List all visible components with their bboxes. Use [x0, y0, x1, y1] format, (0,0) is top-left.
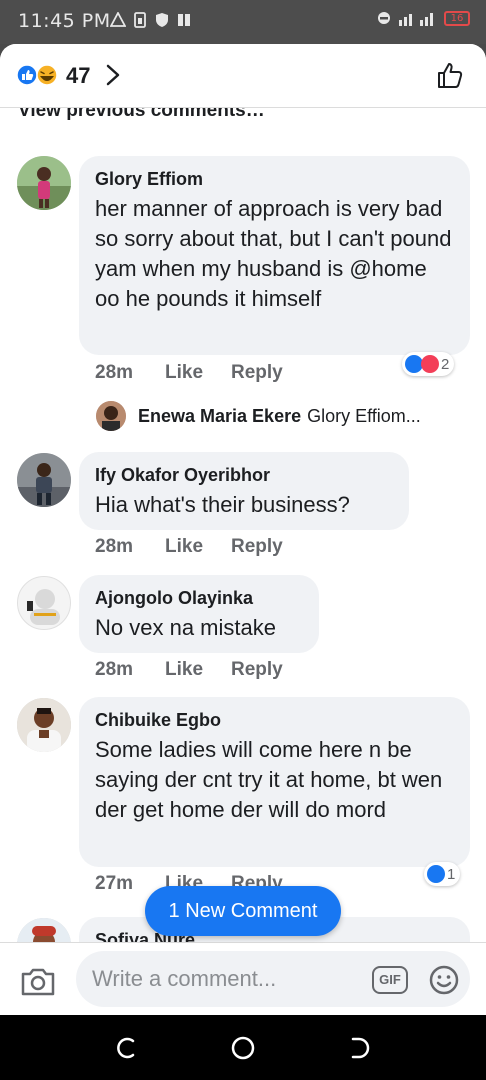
comment-time: 28m [95, 659, 134, 680]
gif-button[interactable]: GIF [372, 966, 408, 994]
recents-icon[interactable] [113, 1035, 139, 1061]
avatar-image [17, 453, 71, 507]
comment-actions: 28m Like Reply [95, 536, 283, 558]
alarm-icon [378, 12, 390, 24]
view-previous-comments[interactable]: View previous comments… [18, 108, 265, 122]
comment-author[interactable]: Ajongolo Olayinka [95, 587, 303, 609]
comment-composer: Write a comment... GIF [0, 942, 486, 1015]
camera-icon[interactable] [20, 965, 56, 997]
reply-button[interactable]: Reply [231, 659, 283, 681]
avatar[interactable] [17, 453, 71, 507]
comment-text: Some ladies will come here n be saying d… [95, 737, 443, 822]
reactions-header[interactable]: 47 [0, 44, 486, 108]
comment-bubble[interactable]: Ajongolo Olayinka No vex na mistake [79, 575, 319, 653]
signal-icon [399, 13, 433, 26]
system-nav-bar [0, 1015, 486, 1080]
reply-avatar-image [96, 401, 126, 431]
comment-text: Hia what's their business? [95, 492, 350, 517]
comment-input-placeholder: Write a comment... [92, 966, 277, 991]
like-reaction-icon [427, 865, 445, 883]
battery-icon: 16 [444, 10, 470, 26]
like-button[interactable]: Like [165, 536, 231, 558]
comment-bubble[interactable]: Chibuike Egbo Some ladies will come here… [79, 697, 470, 867]
avatar[interactable] [17, 156, 71, 210]
home-icon[interactable] [230, 1035, 256, 1061]
avatar[interactable] [17, 918, 71, 942]
chevron-right-icon[interactable] [104, 64, 122, 86]
status-left-icons [110, 12, 192, 28]
like-outline-icon[interactable] [436, 60, 466, 90]
new-comment-button[interactable]: 1 New Comment [145, 886, 341, 936]
comment-bubble[interactable]: Ify Okafor Oyeribhor Hia what's their bu… [79, 452, 409, 530]
reply-button[interactable]: Reply [231, 536, 283, 558]
avatar-image [17, 698, 71, 752]
emoji-icon[interactable] [428, 964, 460, 996]
avatar[interactable] [17, 576, 71, 630]
book-icon [178, 14, 190, 26]
comment-author[interactable]: Glory Effiom [95, 168, 454, 190]
avatar-image [17, 156, 71, 210]
like-button[interactable]: Like [165, 362, 231, 384]
reply-author[interactable]: Enewa Maria Ekere [138, 406, 301, 427]
warning-icon [110, 12, 126, 27]
status-right-icons: 16 [376, 10, 470, 26]
comment-time: 28m [95, 536, 134, 557]
comment-reaction-count: 2 [441, 355, 450, 373]
comment-text: her manner of approach is very bad so so… [95, 196, 452, 311]
avatar-image [27, 589, 60, 625]
avatar-image [17, 918, 71, 942]
avatar[interactable] [17, 698, 71, 752]
comments-list[interactable]: View previous comments… Glory Effiom her… [0, 108, 486, 942]
comment-author[interactable]: Chibuike Egbo [95, 709, 454, 731]
reply-preview[interactable]: Enewa Maria Ekere Glory Effiom... [96, 398, 421, 434]
reply-button[interactable]: Reply [231, 362, 283, 384]
comment-input[interactable]: Write a comment... GIF [76, 951, 470, 1007]
comment-time: 28m [95, 362, 134, 383]
reply-snippet: Glory Effiom... [307, 405, 421, 426]
reactions-summary-icons [16, 64, 58, 86]
comment-bubble[interactable]: Glory Effiom her manner of approach is v… [79, 156, 470, 355]
comment-actions: 28m Like Reply [95, 659, 283, 681]
comments-sheet: 47 View previous comments… Glory Effiom … [0, 44, 486, 1015]
like-button[interactable]: Like [165, 659, 231, 681]
status-time: 11:45 PM [18, 10, 111, 32]
comment-reactions-badge[interactable]: 2 [402, 352, 455, 376]
comment-text: No vex na mistake [95, 615, 276, 640]
reply-avatar[interactable] [96, 401, 126, 431]
back-icon[interactable] [347, 1035, 373, 1061]
status-bar: 11:45 PM 16 [0, 0, 486, 44]
love-reaction-icon [421, 355, 439, 373]
comment-actions: 28m Like Reply [95, 362, 283, 384]
comment-reactions-badge[interactable]: 1 [424, 862, 461, 886]
screen: 11:45 PM 16 47 View previous comments… G… [0, 0, 486, 1080]
sim-icon [134, 12, 146, 28]
comment-author[interactable]: Ify Okafor Oyeribhor [95, 464, 393, 486]
reaction-count[interactable]: 47 [66, 63, 90, 89]
shield-icon [156, 13, 168, 27]
comment-reaction-count: 1 [447, 865, 456, 883]
